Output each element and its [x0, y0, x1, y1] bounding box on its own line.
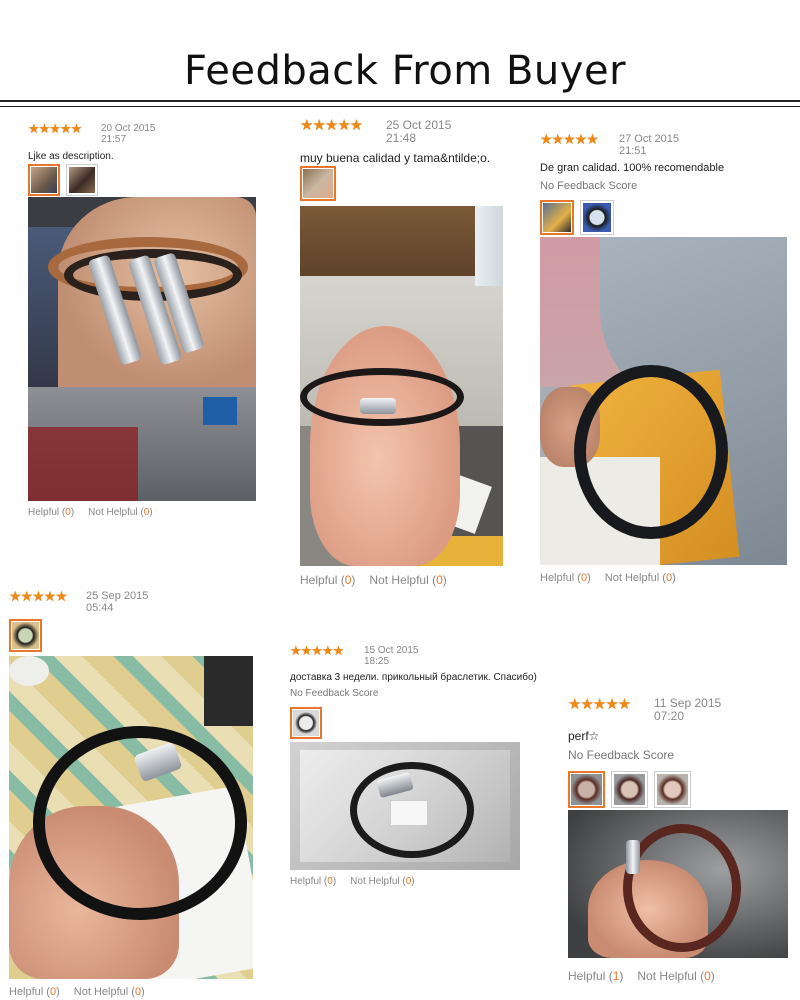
photo-thumbnail[interactable] — [654, 771, 691, 808]
review-photo[interactable] — [300, 206, 503, 566]
photo-thumbnail[interactable] — [611, 771, 648, 808]
helpful-button[interactable]: Helpful (0) — [540, 572, 591, 584]
photo-thumbnails — [300, 166, 336, 201]
helpful-button[interactable]: Helpful (0) — [300, 573, 355, 587]
photo-thumbnail[interactable] — [580, 200, 614, 235]
star-rating: ★★★★★ — [540, 131, 599, 147]
review-photo[interactable] — [9, 656, 253, 979]
star-rating: ★★★★★ — [300, 117, 363, 134]
title-divider — [0, 100, 800, 102]
photo-thumbnails — [568, 771, 691, 808]
review-card: ★★★★★ 11 Sep 2015 07:20 perf☆ No Feedback… — [568, 695, 800, 1000]
review-comment: De gran calidad. 100% recomendable — [540, 162, 725, 174]
helpful-votes: Helpful (1) Not Helpful (0) — [568, 969, 715, 983]
review-date: 15 Oct 2015 18:25 — [364, 645, 419, 667]
not-helpful-button[interactable]: Not Helpful (0) — [350, 876, 414, 887]
review-date: 11 Sep 2015 07:20 — [654, 696, 722, 724]
review-card: ★★★★★ 25 Sep 2015 05:44 Helpful (0) Not He… — [9, 588, 269, 1000]
title-divider-thin — [0, 106, 800, 107]
review-card: ★★★★★ 20 Oct 2015 21:57 Ljke as descripti… — [28, 120, 268, 525]
review-photo[interactable] — [290, 742, 520, 870]
not-helpful-button[interactable]: Not Helpful (0) — [605, 572, 676, 584]
review-photo[interactable] — [28, 197, 256, 501]
photo-thumbnails — [9, 619, 42, 652]
photo-thumbnail[interactable] — [9, 619, 42, 652]
review-card: ★★★★★ 15 Oct 2015 18:25 доставка 3 недели… — [290, 643, 560, 893]
helpful-votes: Helpful (0) Not Helpful (0) — [28, 507, 153, 518]
star-rating: ★★★★★ — [568, 696, 631, 713]
photo-thumbnail[interactable] — [540, 200, 574, 235]
photo-thumbnail[interactable] — [66, 164, 98, 196]
review-card: ★★★★★ 27 Oct 2015 21:51 De gran calidad. … — [540, 130, 800, 592]
photo-thumbnail[interactable] — [300, 166, 336, 201]
review-comment: доставка 3 недели. прикольный браслетик.… — [290, 672, 537, 683]
not-helpful-button[interactable]: Not Helpful (0) — [88, 507, 152, 518]
photo-thumbnail[interactable] — [290, 707, 322, 739]
review-photo[interactable] — [540, 237, 787, 565]
photo-thumbnails — [540, 200, 614, 235]
review-comment: perf☆ — [568, 729, 600, 743]
no-feedback-score: No Feedback Score — [290, 688, 379, 699]
not-helpful-button[interactable]: Not Helpful (0) — [74, 986, 145, 998]
review-comment: Ljke as description. — [28, 151, 114, 162]
photo-thumbnails — [290, 707, 322, 739]
review-date: 20 Oct 2015 21:57 — [101, 123, 156, 145]
photo-thumbnails — [28, 164, 98, 196]
no-feedback-score: No Feedback Score — [568, 748, 675, 762]
helpful-button[interactable]: Helpful (0) — [28, 507, 74, 518]
helpful-votes: Helpful (0) Not Helpful (0) — [290, 876, 415, 887]
helpful-button[interactable]: Helpful (0) — [290, 876, 336, 887]
helpful-votes: Helpful (0) Not Helpful (0) — [9, 986, 145, 998]
photo-thumbnail[interactable] — [568, 771, 605, 808]
not-helpful-button[interactable]: Not Helpful (0) — [369, 573, 446, 587]
star-rating: ★★★★★ — [28, 121, 82, 136]
helpful-votes: Helpful (0) Not Helpful (0) — [300, 573, 447, 587]
helpful-button[interactable]: Helpful (0) — [9, 986, 60, 998]
helpful-votes: Helpful (0) Not Helpful (0) — [540, 572, 676, 584]
review-date: 25 Oct 2015 21:48 — [386, 118, 452, 146]
page-title: Feedback From Buyer — [183, 48, 627, 94]
helpful-button[interactable]: Helpful (1) — [568, 969, 623, 983]
no-feedback-score: No Feedback Score — [540, 180, 638, 192]
review-date: 25 Sep 2015 05:44 — [86, 590, 149, 615]
photo-thumbnail[interactable] — [28, 164, 60, 196]
star-rating: ★★★★★ — [9, 588, 68, 604]
review-date: 27 Oct 2015 21:51 — [619, 133, 679, 158]
not-helpful-button[interactable]: Not Helpful (0) — [637, 969, 714, 983]
review-comment: muy buena calidad y tama&ntilde;o. — [300, 151, 491, 165]
review-card: ★★★★★ 25 Oct 2015 21:48 muy buena calidad… — [300, 116, 535, 594]
review-photo[interactable] — [568, 810, 788, 958]
star-rating: ★★★★★ — [290, 643, 344, 658]
